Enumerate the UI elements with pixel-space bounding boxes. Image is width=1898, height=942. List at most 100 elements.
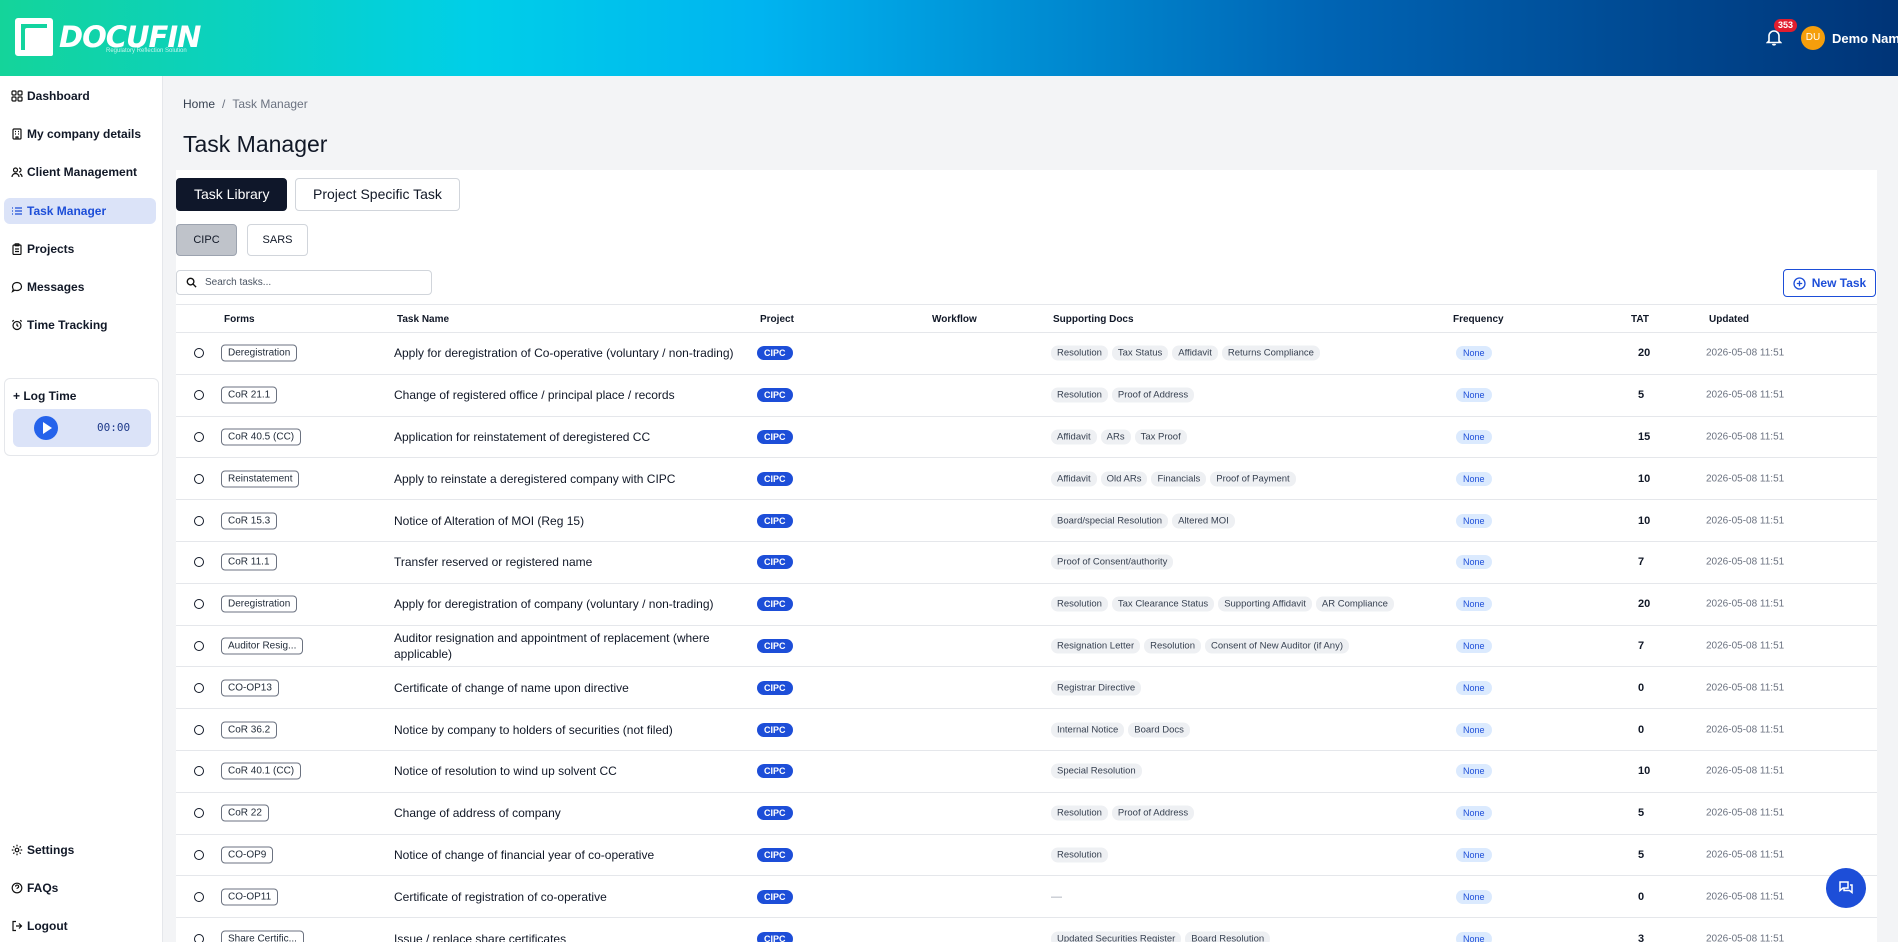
sidebar-item-task-manager[interactable]: Task Manager [4,198,156,224]
col-workflow[interactable]: Workflow [932,314,977,325]
task-name[interactable]: Auditor resignation and appointment of r… [394,630,759,662]
table-row[interactable]: Deregistration Apply for deregistration o… [176,584,1877,626]
sidebar-item-settings[interactable]: Settings [4,837,156,863]
filter-cipc[interactable]: CIPC [176,224,237,256]
sidebar-item-client-management[interactable]: Client Management [4,159,156,185]
task-name[interactable]: Certificate of change of name upon direc… [394,680,759,696]
form-chip[interactable]: Reinstatement [221,470,300,488]
table-row[interactable]: Share Certific... Issue / replace share c… [176,918,1877,942]
form-chip[interactable]: Deregistration [221,595,298,613]
sidebar-item-messages[interactable]: Messages [4,274,156,300]
avatar[interactable]: DU [1801,26,1825,50]
updated-timestamp: 2026-05-08 11:51 [1706,807,1785,819]
task-name[interactable]: Transfer reserved or registered name [394,554,759,570]
filter-sars[interactable]: SARS [247,224,308,256]
updated-timestamp: 2026-05-08 11:51 [1706,682,1785,694]
gear-icon [11,844,23,856]
search-input[interactable] [205,277,405,288]
table-row[interactable]: CoR 22 Change of address of company CIPC Re… [176,793,1877,835]
tat-value: 0 [1638,681,1645,694]
row-checkbox[interactable] [194,431,204,442]
task-name[interactable]: Apply to reinstate a deregistered compan… [394,471,759,487]
row-checkbox[interactable] [194,348,204,359]
task-name[interactable]: Application for reinstatement of deregis… [394,429,759,445]
row-checkbox[interactable] [194,766,204,777]
task-name[interactable]: Change of address of company [394,805,759,821]
table-row[interactable]: CoR 15.3 Notice of Alteration of MOI (Reg… [176,500,1877,542]
table-row[interactable]: Reinstatement Apply to reinstate a deregi… [176,458,1877,501]
sidebar-item-logout[interactable]: Logout [4,913,156,939]
search-box[interactable] [176,270,432,295]
table-row[interactable]: CO-OP9 Notice of change of financial year… [176,835,1877,877]
form-chip[interactable]: CoR 40.1 (CC) [221,762,302,780]
col-forms[interactable]: Forms [224,314,255,325]
sidebar-item-faqs[interactable]: FAQs [4,875,156,901]
table-row[interactable]: CoR 21.1 Change of registered office / pr… [176,375,1877,417]
new-task-button[interactable]: New Task [1783,269,1876,297]
sidebar-item-projects[interactable]: Projects [4,236,156,262]
updated-timestamp: 2026-05-08 11:51 [1706,765,1785,777]
user-name[interactable]: Demo Name [1832,31,1898,46]
col-supporting-docs[interactable]: Supporting Docs [1053,314,1134,325]
form-chip[interactable]: CoR 22 [221,804,269,822]
task-name[interactable]: Notice of Alteration of MOI (Reg 15) [394,513,759,529]
row-checkbox[interactable] [194,849,204,860]
table-row[interactable]: CoR 36.2 Notice by company to holders of … [176,709,1877,751]
col-project[interactable]: Project [760,314,794,325]
tab-project-specific-task[interactable]: Project Specific Task [295,178,460,211]
task-name[interactable]: Notice by company to holders of securiti… [394,722,759,738]
row-checkbox[interactable] [194,640,204,651]
row-checkbox[interactable] [194,682,204,693]
sidebar-item-time-tracking[interactable]: Time Tracking [4,312,156,338]
table-row[interactable]: CoR 40.5 (CC) Application for reinstateme… [176,417,1877,459]
tab-task-library[interactable]: Task Library [176,178,288,211]
form-chip[interactable]: Auditor Resig... [221,637,304,655]
task-name[interactable]: Apply for deregistration of company (vol… [394,596,759,612]
row-checkbox[interactable] [194,891,204,902]
col-frequency[interactable]: Frequency [1453,314,1504,325]
row-checkbox[interactable] [194,557,204,568]
col-tat[interactable]: TAT [1631,314,1649,325]
form-chip[interactable]: CoR 15.3 [221,512,278,530]
sidebar-item-dashboard[interactable]: Dashboard [4,83,156,109]
table-row[interactable]: Deregistration Apply for deregistration o… [176,333,1877,375]
task-name[interactable]: Certificate of registration of co-operat… [394,889,759,905]
updated-timestamp: 2026-05-08 11:51 [1706,431,1785,443]
task-name[interactable]: Change of registered office / principal … [394,387,759,403]
form-chip[interactable]: CO-OP13 [221,679,279,697]
table-row[interactable]: CO-OP11 Certificate of registration of co… [176,876,1877,919]
row-checkbox[interactable] [194,933,204,942]
play-icon[interactable] [34,416,58,440]
form-chip[interactable]: CoR 40.5 (CC) [221,428,302,446]
task-name[interactable]: Apply for deregistration of Co-operative… [394,345,759,361]
form-chip[interactable]: CO-OP11 [221,888,279,906]
task-name[interactable]: Notice of resolution to wind up solvent … [394,763,759,779]
row-checkbox[interactable] [194,390,204,401]
form-chip[interactable]: Share Certific... [221,930,304,942]
breadcrumb-home[interactable]: Home [183,97,215,111]
form-chip[interactable]: CoR 36.2 [221,721,278,739]
col-task-name[interactable]: Task Name [397,314,449,325]
row-checkbox[interactable] [194,599,204,610]
form-chip[interactable]: CoR 11.1 [221,553,277,571]
row-checkbox[interactable] [194,808,204,819]
supporting-doc-chip: Resignation Letter [1051,638,1141,654]
table-row[interactable]: CoR 40.1 (CC) Notice of resolution to win… [176,751,1877,793]
sidebar-item-label: Settings [27,843,75,857]
sidebar-item-company-details[interactable]: My company details [4,121,156,147]
chat-button[interactable] [1826,868,1866,908]
form-chip[interactable]: CoR 21.1 [221,386,278,404]
row-checkbox[interactable] [194,473,204,484]
log-time-title[interactable]: + Log Time [13,389,76,403]
task-name[interactable]: Notice of change of financial year of co… [394,847,759,863]
task-name[interactable]: Issue / replace share certificates [394,931,759,942]
row-checkbox[interactable] [194,515,204,526]
frequency-badge: None [1456,388,1492,403]
row-checkbox[interactable] [194,724,204,735]
col-updated[interactable]: Updated [1709,314,1749,325]
table-row[interactable]: CoR 11.1 Transfer reserved or registered … [176,542,1877,584]
form-chip[interactable]: CO-OP9 [221,846,274,864]
form-chip[interactable]: Deregistration [221,344,298,362]
table-row[interactable]: CO-OP13 Certificate of change of name upo… [176,667,1877,710]
table-row[interactable]: Auditor Resig... Auditor resignation and … [176,626,1877,668]
